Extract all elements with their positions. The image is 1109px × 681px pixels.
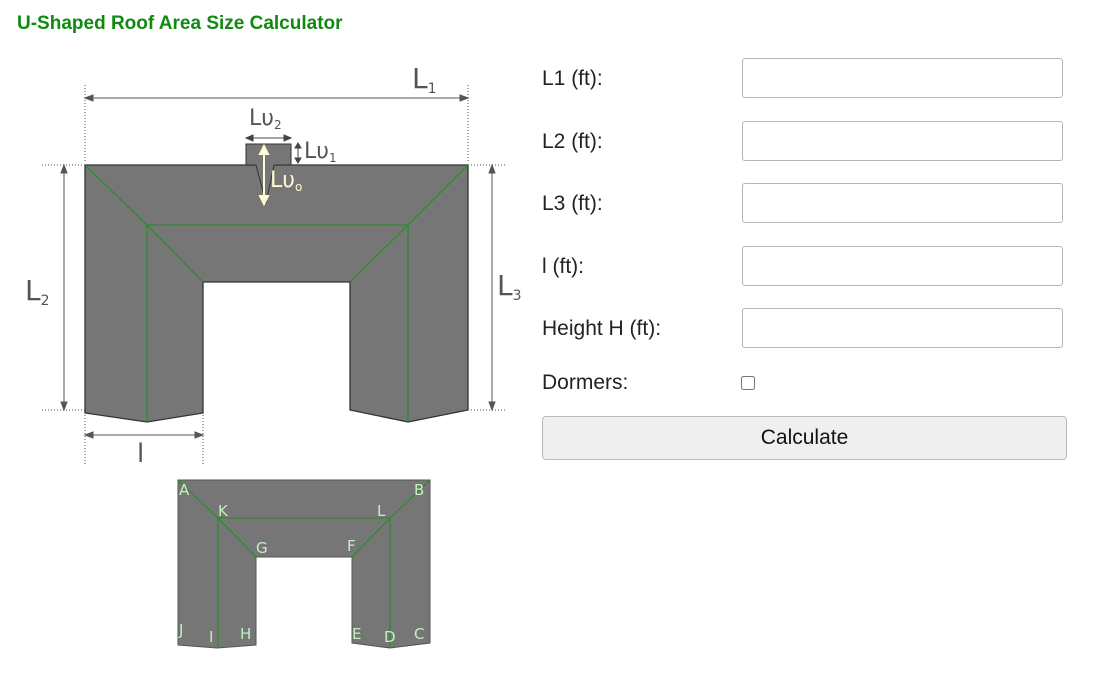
roof-points-shape — [177, 479, 431, 649]
field-row-height: Height H (ft): — [542, 308, 1067, 371]
l3-input[interactable] — [742, 183, 1063, 223]
dormers-checkbox[interactable] — [741, 376, 755, 390]
label-l: l — [137, 439, 144, 469]
roof-u-shape — [84, 164, 469, 423]
u-roof-points-diagram: A B K L G F J I H E D C — [177, 479, 431, 649]
l2-input[interactable] — [742, 120, 1063, 161]
dormers-label: Dormers: — [542, 371, 629, 394]
l-label: l (ft): — [542, 254, 584, 278]
l3-label: L3 (ft): — [542, 192, 603, 215]
point-d: D — [384, 628, 396, 646]
point-c: C — [414, 625, 424, 643]
field-row-l3: L3 (ft): — [542, 183, 1067, 246]
u-roof-diagram: L1 L2 L3 l Lυ2 Lυ1 Lυo — [25, 62, 522, 469]
point-e: E — [352, 625, 361, 643]
point-a: A — [179, 481, 190, 499]
point-l: L — [377, 502, 386, 520]
point-b: B — [414, 481, 424, 499]
point-f: F — [347, 537, 356, 555]
point-j: J — [178, 621, 183, 639]
field-row-l2: L2 (ft): — [542, 120, 1067, 184]
l2-label: L2 (ft): — [542, 129, 603, 153]
point-h: H — [240, 625, 251, 643]
field-row-l: l (ft): — [542, 245, 1067, 309]
label-l2: L2 — [25, 274, 50, 309]
calculate-button[interactable]: Calculate — [542, 416, 1067, 460]
label-lw2: Lυ2 — [249, 106, 282, 132]
label-lw1: Lυ1 — [304, 139, 337, 165]
l1-label: L1 (ft): — [542, 67, 603, 90]
page-title: U-Shaped Roof Area Size Calculator — [17, 13, 343, 34]
calculator-form: L1 (ft): L2 (ft): L3 (ft): l (ft): Heigh… — [542, 58, 1067, 460]
point-i: I — [209, 628, 213, 646]
point-g: G — [256, 539, 268, 557]
l-input[interactable] — [742, 245, 1063, 286]
height-input[interactable] — [742, 308, 1063, 348]
label-l3: L3 — [497, 269, 522, 304]
point-k: K — [218, 502, 229, 520]
height-label: Height H (ft): — [542, 317, 662, 340]
label-l1: L1 — [412, 62, 437, 97]
field-row-l1: L1 (ft): — [542, 58, 1067, 121]
l1-input[interactable] — [742, 58, 1063, 98]
